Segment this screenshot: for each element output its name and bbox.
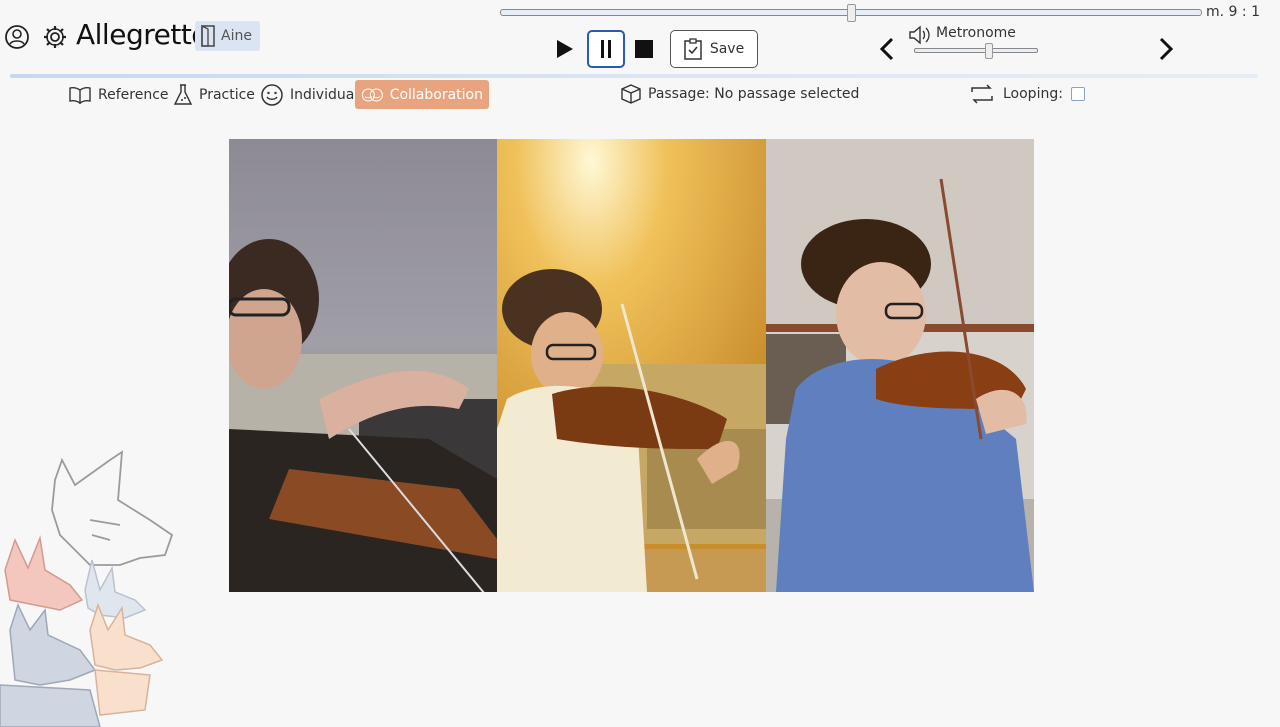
clipboard-check-icon (684, 38, 702, 60)
tab-practice-label: Practice (199, 86, 255, 103)
playback-progress-slider[interactable] (500, 4, 1202, 22)
looping-checkbox[interactable] (1070, 87, 1085, 101)
loop-icon (971, 84, 993, 104)
metronome-volume-slider[interactable] (914, 43, 1038, 59)
pause-icon (601, 40, 611, 58)
flask-icon (173, 83, 193, 105)
box-icon (621, 84, 641, 104)
next-button[interactable] (1156, 36, 1176, 62)
chevron-right-icon (1159, 37, 1174, 61)
play-icon (557, 40, 573, 58)
metronome-toggle[interactable] (908, 25, 932, 49)
progress-thumb[interactable] (847, 4, 856, 22)
settings-button[interactable] (42, 24, 68, 50)
tab-collaboration-label: Collaboration (389, 86, 483, 103)
user-profile-button[interactable] (4, 24, 30, 50)
video-tile-2 (497, 139, 766, 592)
user-name: Aine (221, 28, 252, 44)
llama-logo-illustration (0, 450, 174, 727)
tab-reference-label: Reference (98, 86, 169, 103)
speaker-icon (909, 25, 930, 45)
tab-individual[interactable]: Individual (254, 80, 364, 109)
app-title: Allegretto (76, 18, 208, 51)
save-label: Save (709, 41, 745, 57)
looping-control[interactable]: Looping: (969, 83, 1085, 105)
stop-button[interactable] (630, 30, 658, 68)
looping-label: Looping: (1003, 86, 1063, 102)
gear-icon (44, 26, 66, 48)
save-button[interactable]: Save (670, 30, 758, 68)
play-button[interactable] (550, 30, 580, 68)
header-divider (10, 74, 1258, 78)
user-logout-chip[interactable]: Aine (195, 21, 260, 51)
exit-icon (201, 25, 215, 47)
smiley-icon (261, 83, 283, 106)
chevron-left-icon (879, 37, 894, 61)
metronome-thumb[interactable] (985, 43, 994, 59)
video-tile-1 (229, 139, 497, 592)
tab-collaboration[interactable]: Collaboration (355, 80, 489, 109)
metronome-label: Metronome (936, 25, 1016, 41)
previous-button[interactable] (877, 36, 897, 62)
passage-label: Passage: No passage selected (648, 86, 860, 102)
video-tile-3 (766, 139, 1034, 592)
book-icon (69, 86, 91, 104)
two-faces-icon (361, 87, 383, 102)
measure-readout: m. 9 : 1 (1206, 4, 1260, 20)
tab-reference[interactable]: Reference (62, 80, 175, 109)
user-icon (5, 25, 29, 49)
collaboration-video-grid (229, 139, 1034, 592)
stop-icon (635, 40, 653, 58)
tab-individual-label: Individual (290, 86, 359, 103)
passage-selector[interactable]: Passage: No passage selected (620, 83, 859, 105)
pause-button[interactable] (587, 30, 625, 68)
tab-practice[interactable]: Practice (167, 80, 261, 109)
